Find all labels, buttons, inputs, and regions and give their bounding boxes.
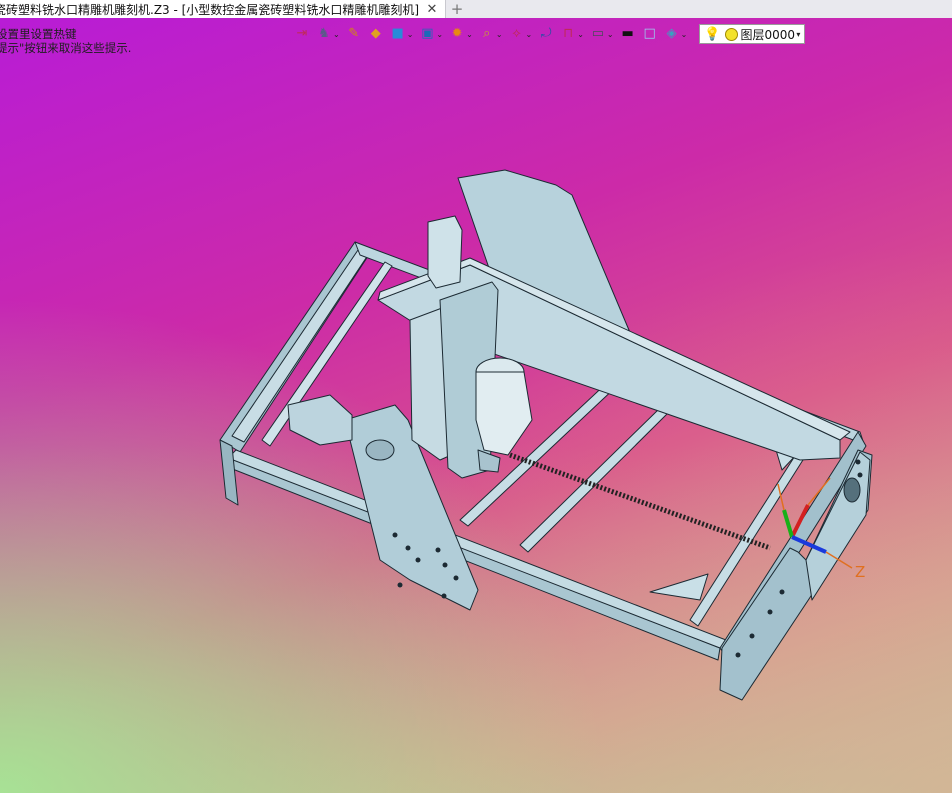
chevron-down-icon[interactable]: ⌄ bbox=[577, 30, 584, 39]
layer-name: 图层0000 bbox=[740, 27, 796, 42]
new-tab-plus-icon[interactable]: + bbox=[446, 0, 468, 18]
layer-color-dot bbox=[724, 27, 738, 41]
face-color-button[interactable]: □ bbox=[640, 24, 660, 44]
front-motor bbox=[287, 394, 353, 446]
model-geometry bbox=[219, 169, 873, 701]
line-color-button[interactable]: ▬ bbox=[618, 24, 638, 44]
zoom-icon: ⌕ bbox=[483, 26, 491, 41]
frame-button[interactable]: ⊓ ⌄ bbox=[558, 24, 586, 44]
cube-view-icon: ■ bbox=[391, 26, 404, 41]
chevron-down-icon[interactable]: ⌄ bbox=[466, 30, 473, 39]
z-stepper-motor bbox=[427, 215, 463, 289]
monitor-icon: ▭ bbox=[591, 26, 605, 41]
exit-sketch-icon: ⇥ bbox=[296, 26, 308, 41]
right-plate-cutout bbox=[843, 477, 861, 503]
cube-view-button[interactable]: ■ ⌄ bbox=[388, 24, 416, 44]
spindle-body bbox=[475, 371, 533, 456]
chevron-down-icon[interactable]: ▾ bbox=[796, 30, 800, 39]
tab-bar: 瓷砖塑料铣水口精雕机雕刻机.Z3 - [小型数控金属瓷砖塑料铣水口精雕机雕刻机]… bbox=[0, 0, 952, 19]
measure-button[interactable]: ⟡ ⌄ bbox=[507, 24, 535, 44]
chevron-down-icon[interactable]: ⌄ bbox=[681, 30, 688, 39]
materials-button[interactable]: ◆ bbox=[366, 24, 386, 44]
display-filter-button[interactable]: ✹ ⌄ bbox=[447, 24, 475, 44]
zoom-button[interactable]: ⌕ ⌄ bbox=[477, 24, 505, 44]
plane-icon: ◈ bbox=[666, 26, 677, 41]
section-view-icon: ▣ bbox=[421, 26, 434, 41]
materials-icon: ◆ bbox=[370, 26, 381, 41]
view-toolbar: ⇥ ♞ ⌄ ✎ ◆ ■ ⌄ ▣ ⌄ ✹ ⌄ ⌕ ⌄ ⟡ ⌄ ⤾ ⊓ ⌄ ▭ ⌄ ▬ □ ◈ ⌄ 💡 图层0000 ▾ bbox=[292, 24, 806, 44]
hint-line-dismiss: 提示"按钮来取消这些提示. bbox=[0, 41, 132, 55]
axis-z-label: Z bbox=[855, 563, 865, 581]
line-color-icon: ▬ bbox=[621, 26, 634, 41]
axis-y-arrow bbox=[782, 509, 794, 538]
pencil-button[interactable]: ✎ bbox=[344, 24, 364, 44]
lightbulb-icon[interactable]: 💡 bbox=[704, 27, 720, 42]
front-pulley bbox=[365, 439, 395, 461]
section-view-button[interactable]: ▣ ⌄ bbox=[417, 24, 445, 44]
exit-sketch-button[interactable]: ⇥ bbox=[292, 24, 312, 44]
document-tab-title: 瓷砖塑料铣水口精雕机雕刻机.Z3 - [小型数控金属瓷砖塑料铣水口精雕机雕刻机] bbox=[0, 2, 419, 17]
chevron-down-icon[interactable]: ⌄ bbox=[407, 30, 414, 39]
cnc-engraver-model[interactable]: Z bbox=[0, 18, 952, 793]
document-tab[interactable]: 瓷砖塑料铣水口精雕机雕刻机.Z3 - [小型数控金属瓷砖塑料铣水口精雕机雕刻机]… bbox=[0, 0, 446, 18]
inner-rail-3 bbox=[519, 407, 669, 553]
align-view-icon: ⤾ bbox=[540, 26, 552, 41]
base-rail-front-top bbox=[227, 449, 727, 649]
frame-icon: ⊓ bbox=[563, 26, 574, 41]
chevron-down-icon[interactable]: ⌄ bbox=[496, 30, 503, 39]
display-filter-icon: ✹ bbox=[451, 26, 463, 41]
monitor-button[interactable]: ▭ ⌄ bbox=[588, 24, 616, 44]
chevron-down-icon[interactable]: ⌄ bbox=[333, 30, 340, 39]
pencil-icon: ✎ bbox=[348, 26, 360, 41]
close-icon[interactable]: ✕ bbox=[425, 2, 439, 17]
hint-line-hotkeys: 设置里设置热键 bbox=[0, 27, 77, 41]
chevron-down-icon[interactable]: ⌄ bbox=[526, 30, 533, 39]
hint-overlay: 设置里设置热键 提示"按钮来取消这些提示. bbox=[0, 27, 131, 55]
measure-icon: ⟡ bbox=[512, 26, 521, 41]
plane-button[interactable]: ◈ ⌄ bbox=[662, 24, 690, 44]
shading-mode-button[interactable]: ♞ ⌄ bbox=[314, 24, 342, 44]
shading-mode-icon: ♞ bbox=[318, 26, 330, 41]
chevron-down-icon[interactable]: ⌄ bbox=[436, 30, 443, 39]
align-view-button[interactable]: ⤾ bbox=[536, 24, 556, 44]
chevron-down-icon[interactable]: ⌄ bbox=[607, 30, 614, 39]
corner-bracket-front bbox=[649, 573, 709, 601]
lead-screw bbox=[509, 452, 771, 551]
face-color-icon: □ bbox=[643, 26, 656, 41]
layer-select[interactable]: 💡 图层0000 ▾ bbox=[699, 24, 806, 44]
